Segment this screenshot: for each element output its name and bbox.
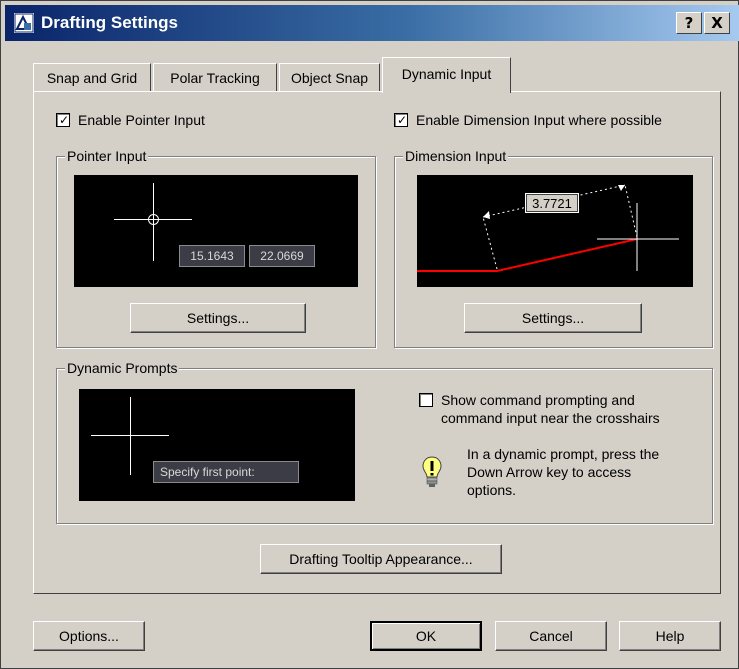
- prompt-tooltip: Specify first point:: [153, 461, 299, 483]
- pointer-input-group: Pointer Input 15.1643 22.0669 Settings..…: [56, 147, 376, 348]
- osnap-marker-icon: [148, 214, 159, 225]
- drafting-settings-dialog: Drafting Settings ? X Snap and Grid Pola…: [0, 0, 739, 669]
- dynamic-input-panel: ✓ Enable Pointer Input ✓ Enable Dimensio…: [33, 91, 721, 594]
- arrow-right-icon: [618, 185, 625, 191]
- hint-line-1: In a dynamic prompt, press the: [467, 446, 660, 462]
- lightbulb-icon: [422, 456, 442, 487]
- extension-line-right: [624, 184, 638, 238]
- extension-line-left: [482, 216, 498, 270]
- x-coordinate-tooltip: 15.1643: [179, 245, 245, 267]
- check-icon: ✓: [59, 113, 70, 127]
- check-icon: ✓: [397, 113, 408, 127]
- hint-line-2: Down Arrow key to access: [467, 464, 632, 480]
- dynamic-prompt-hint: In a dynamic prompt, press the Down Arro…: [467, 445, 659, 499]
- show-label-line-1: Show command prompting and: [441, 392, 635, 408]
- dynamic-prompts-preview: Specify first point:: [79, 389, 355, 501]
- dimension-input-preview: 3.7721: [417, 175, 693, 287]
- tab-dynamic-input[interactable]: Dynamic Input: [382, 57, 511, 93]
- title-bar[interactable]: Drafting Settings ? X: [5, 5, 739, 41]
- dimension-settings-button[interactable]: Settings...: [464, 303, 642, 333]
- dimension-input-group: Dimension Input 3.7721 Settings...: [394, 147, 713, 348]
- close-title-button[interactable]: X: [704, 12, 730, 34]
- pointer-input-preview: 15.1643 22.0669: [74, 175, 358, 287]
- enable-dimension-input-label: Enable Dimension Input where possible: [416, 112, 662, 128]
- show-command-prompting-checkbox[interactable]: Show command prompting and command input…: [419, 391, 660, 427]
- show-command-prompting-label: Show command prompting and command input…: [441, 391, 660, 427]
- tab-polar-tracking[interactable]: Polar Tracking: [153, 63, 277, 93]
- pointer-settings-button[interactable]: Settings...: [130, 303, 306, 333]
- enable-pointer-input-checkbox[interactable]: ✓ Enable Pointer Input: [56, 112, 205, 128]
- red-dimension-line: [417, 238, 638, 272]
- dynamic-prompts-group: Dynamic Prompts Specify first point: Sho…: [56, 359, 713, 524]
- tab-snap-and-grid[interactable]: Snap and Grid: [33, 63, 151, 93]
- checkbox-box[interactable]: ✓: [56, 113, 70, 127]
- help-button[interactable]: Help: [619, 621, 721, 651]
- dimension-input-group-title: Dimension Input: [403, 147, 509, 165]
- enable-dimension-input-checkbox[interactable]: ✓ Enable Dimension Input where possible: [394, 112, 662, 128]
- checkbox-box[interactable]: ✓: [394, 113, 408, 127]
- dimension-value-tooltip: 3.7721: [525, 193, 579, 213]
- drafting-tooltip-appearance-button[interactable]: Drafting Tooltip Appearance...: [260, 544, 502, 574]
- app-icon: [13, 12, 35, 34]
- crosshair-vertical: [130, 397, 131, 475]
- dynamic-prompts-group-title: Dynamic Prompts: [65, 359, 180, 377]
- checkbox-box[interactable]: [419, 393, 433, 407]
- help-title-button[interactable]: ?: [676, 12, 702, 34]
- hint-line-3: options.: [467, 482, 517, 498]
- dimension-drawing: [417, 184, 679, 272]
- options-button[interactable]: Options...: [33, 621, 145, 651]
- show-label-line-2: command input near the crosshairs: [441, 410, 660, 426]
- y-coordinate-tooltip: 22.0669: [249, 245, 315, 267]
- cancel-button[interactable]: Cancel: [495, 621, 607, 651]
- pointer-input-group-title: Pointer Input: [65, 147, 149, 165]
- arrow-left-icon: [483, 211, 490, 219]
- ok-button[interactable]: OK: [370, 621, 482, 651]
- enable-pointer-input-label: Enable Pointer Input: [78, 112, 205, 128]
- tab-object-snap[interactable]: Object Snap: [279, 63, 380, 93]
- window-title: Drafting Settings: [41, 13, 178, 32]
